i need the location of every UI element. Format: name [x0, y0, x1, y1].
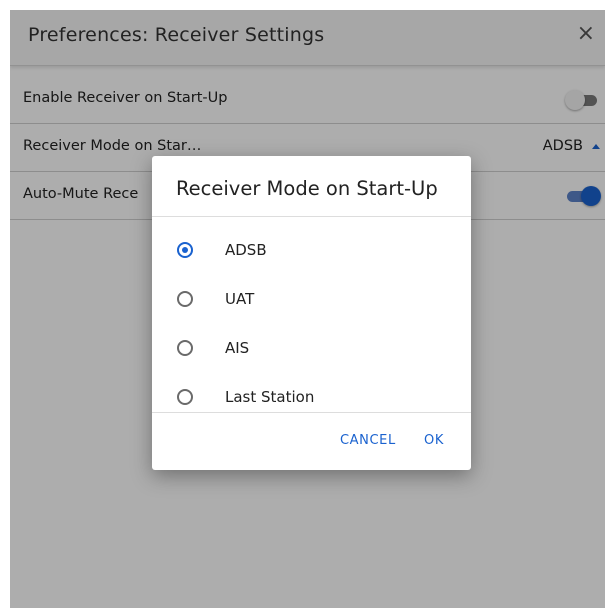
option-label: AIS [225, 339, 250, 357]
dialog-title: Receiver Mode on Start-Up [176, 177, 438, 200]
receiver-mode-dialog: Receiver Mode on Start-Up ADSB UAT AIS L… [152, 156, 471, 470]
preferences-window: Preferences: Receiver Settings × Enable … [10, 10, 605, 608]
ok-button[interactable]: OK [424, 433, 444, 448]
radio-button[interactable] [177, 340, 193, 356]
option-uat[interactable]: UAT [152, 276, 471, 324]
divider [152, 412, 471, 413]
divider [152, 216, 471, 217]
option-label: UAT [225, 290, 255, 308]
option-last-station[interactable]: Last Station [152, 374, 471, 422]
option-label: ADSB [225, 241, 267, 259]
radio-button[interactable] [177, 291, 193, 307]
radio-button[interactable] [177, 389, 193, 405]
option-adsb[interactable]: ADSB [152, 227, 471, 275]
radio-button[interactable] [177, 242, 193, 258]
option-label: Last Station [225, 388, 315, 406]
cancel-button[interactable]: CANCEL [340, 433, 396, 448]
option-ais[interactable]: AIS [152, 325, 471, 373]
